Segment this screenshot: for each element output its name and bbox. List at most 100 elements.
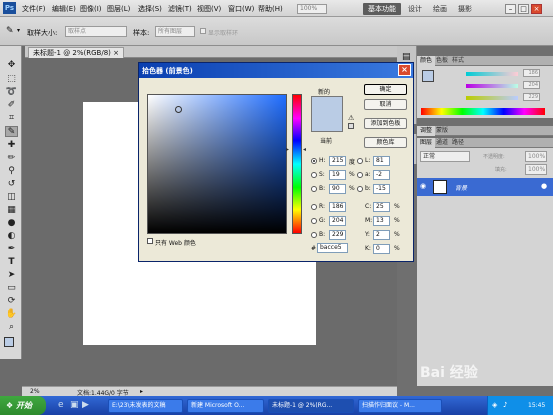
workspace-essentials-button[interactable]: 基本功能 [363, 3, 401, 15]
menu-view[interactable]: 视图(V) [197, 4, 221, 14]
saturation-field[interactable]: 19 [329, 170, 346, 180]
yellow-field[interactable]: 2 [373, 230, 390, 240]
dialog-title-bar[interactable]: 拾色器 (前景色) × [139, 63, 413, 78]
panel-foreground-swatch[interactable] [422, 70, 434, 82]
task-folder[interactable]: E:\23\未发表的文稿 [108, 399, 183, 413]
saturation-brightness-field[interactable] [147, 94, 287, 234]
fill-field[interactable]: 100% [525, 164, 547, 175]
cyan-field[interactable]: 25 [373, 202, 390, 212]
3d-rotate-icon[interactable]: ⟳ [5, 296, 18, 307]
shape-tool-icon[interactable]: ▭ [5, 283, 18, 294]
history-panel-icon[interactable]: ▤ [402, 52, 411, 62]
task-photoshop[interactable]: 未标题-1 @ 2%(RG... [268, 399, 354, 413]
zoom-dropdown[interactable]: 100% [297, 4, 327, 14]
blue-value[interactable]: 229 [523, 93, 540, 101]
visibility-eye-icon[interactable]: ◉ [420, 182, 426, 190]
tool-preset-arrow-icon[interactable]: ▾ [17, 27, 20, 34]
web-color-cube-icon[interactable] [348, 123, 354, 129]
task-scanner[interactable]: 扫描作归面议 - M... [358, 399, 442, 413]
history-brush-icon[interactable]: ↺ [5, 179, 18, 190]
path-select-icon[interactable]: ➤ [5, 270, 18, 281]
brightness-radio[interactable] [311, 186, 317, 192]
eyedropper-icon[interactable]: ✎ [5, 126, 18, 137]
lasso-tool-icon[interactable]: ➰ [5, 87, 18, 98]
gradient-tool-icon[interactable]: ▦ [5, 205, 18, 216]
eyedropper-tool-icon[interactable]: ✎ [6, 26, 14, 36]
quicklaunch-desktop-icon[interactable]: ▣ [70, 400, 79, 410]
quicklaunch-media-icon[interactable]: ▶ [82, 400, 89, 410]
show-ring-checkbox[interactable] [200, 28, 206, 34]
gamut-warning-icon[interactable]: ⚠ [348, 114, 354, 122]
hand-tool-icon[interactable]: ✋ [5, 309, 18, 320]
hue-radio[interactable] [311, 158, 317, 164]
clock[interactable]: 15:45 [528, 402, 545, 409]
status-arrow-icon[interactable]: ▸ [140, 388, 143, 395]
eraser-tool-icon[interactable]: ◫ [5, 192, 18, 203]
quick-select-tool-icon[interactable]: ✐ [5, 100, 18, 111]
start-button[interactable]: ❖ 开始 [0, 396, 46, 415]
tab-close-icon[interactable]: × [113, 49, 119, 57]
b-lab-field[interactable]: -15 [373, 184, 390, 194]
restore-icon[interactable]: □ [518, 4, 529, 14]
sample-size-dropdown[interactable]: 取样点 [65, 26, 127, 37]
zoom-tool-icon[interactable]: ⌕ [5, 322, 18, 333]
black-field[interactable]: 0 [373, 244, 390, 254]
healing-brush-icon[interactable]: ✚ [5, 140, 18, 151]
blend-mode-dropdown[interactable]: 正常 [420, 151, 470, 162]
workspace-painting[interactable]: 绘画 [433, 4, 447, 14]
sample-dropdown[interactable]: 所有图层 [155, 26, 195, 37]
foreground-color-swatch[interactable] [4, 337, 14, 347]
dialog-close-icon[interactable]: × [398, 64, 411, 76]
document-tab[interactable]: 未标题-1 @ 2%(RGB/8) × [28, 47, 125, 58]
a-radio[interactable] [357, 172, 363, 178]
tab-styles[interactable]: 样式 [449, 56, 467, 66]
green-field[interactable]: 204 [329, 216, 346, 226]
menu-image[interactable]: 图像(I) [80, 4, 102, 14]
layer-row[interactable]: ◉ 背景 ● [417, 178, 553, 196]
menu-layer[interactable]: 图层(L) [107, 4, 130, 14]
move-tool-icon[interactable]: ✥ [5, 60, 18, 71]
pen-tool-icon[interactable]: ✒ [5, 244, 18, 255]
red-slider[interactable] [466, 72, 518, 76]
a-field[interactable]: -2 [373, 170, 390, 180]
menu-filter[interactable]: 滤镜(T) [168, 4, 192, 14]
red-value[interactable]: 186 [523, 69, 540, 77]
red-field[interactable]: 186 [329, 202, 346, 212]
green-radio[interactable] [311, 218, 317, 224]
add-to-swatches-button[interactable]: 添加到色板 [364, 118, 407, 129]
new-current-color-swatch[interactable] [311, 96, 343, 132]
cancel-button[interactable]: 取消 [364, 99, 407, 110]
menu-edit[interactable]: 编辑(E) [52, 4, 76, 14]
hex-field[interactable]: bacce5 [317, 243, 348, 253]
only-web-colors-checkbox[interactable] [147, 238, 153, 244]
blur-tool-icon[interactable]: ● [5, 218, 18, 229]
red-radio[interactable] [311, 204, 317, 210]
dodge-tool-icon[interactable]: ◐ [5, 231, 18, 242]
quicklaunch-ie-icon[interactable]: e [58, 400, 64, 410]
saturation-radio[interactable] [311, 172, 317, 178]
green-slider[interactable] [466, 84, 518, 88]
blue-slider[interactable] [466, 96, 518, 100]
color-ramp[interactable] [421, 108, 545, 115]
menu-window[interactable]: 窗口(W) [228, 4, 254, 14]
opacity-field[interactable]: 100% [525, 151, 547, 162]
zoom-level[interactable]: 2% [30, 388, 40, 395]
b-lab-radio[interactable] [357, 186, 363, 192]
tray-volume-icon[interactable]: ♪ [503, 401, 507, 409]
hue-arrow-left-icon[interactable]: ▸ [286, 146, 289, 153]
workspace-design[interactable]: 设计 [408, 4, 422, 14]
menu-help[interactable]: 帮助(H) [258, 4, 283, 14]
hue-arrow-right-icon[interactable]: ◂ [303, 146, 306, 153]
clone-stamp-icon[interactable]: ⚲ [5, 166, 18, 177]
crop-tool-icon[interactable]: ⌗ [5, 113, 18, 124]
close-icon[interactable]: × [531, 4, 542, 14]
tray-network-icon[interactable]: ◈ [492, 401, 497, 409]
blue-field[interactable]: 229 [329, 230, 346, 240]
minimize-icon[interactable]: – [505, 4, 516, 14]
type-tool-icon[interactable]: T [5, 257, 18, 268]
marquee-tool-icon[interactable]: ⬚ [5, 74, 18, 85]
brightness-field[interactable]: 90 [329, 184, 346, 194]
menu-file[interactable]: 文件(F) [22, 4, 46, 14]
task-word[interactable]: 新建 Microsoft O... [187, 399, 264, 413]
magenta-field[interactable]: 13 [373, 216, 390, 226]
